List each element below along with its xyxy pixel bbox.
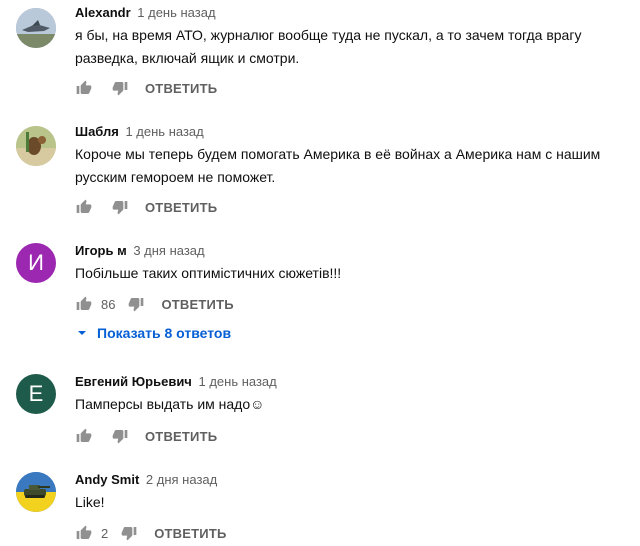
- chevron-down-icon: [75, 324, 89, 342]
- avatar[interactable]: [16, 8, 56, 48]
- thumb-down-icon[interactable]: [111, 79, 129, 97]
- comment-text: Короче мы теперь будем помогать Америка …: [75, 146, 601, 185]
- reply-button[interactable]: ОТВЕТИТЬ: [145, 81, 217, 96]
- comment-text: Побільше таких оптимістичних сюжетів!!!: [75, 265, 342, 281]
- thumb-up-icon[interactable]: [75, 295, 93, 313]
- author-name[interactable]: Игорь м: [75, 243, 127, 258]
- comment-actions: ОТВЕТИТЬ: [75, 197, 217, 217]
- like-count: 2: [101, 525, 109, 541]
- comment-header: Andy Smit 2 дня назад: [75, 472, 217, 487]
- comment-actions: 2 ОТВЕТИТЬ: [75, 523, 227, 543]
- comment-time[interactable]: 1 день назад: [125, 124, 203, 139]
- avatar[interactable]: [16, 472, 56, 512]
- thumb-down-icon[interactable]: [127, 295, 145, 313]
- comment-actions: 86 ОТВЕТИТЬ: [75, 294, 234, 314]
- thumb-up-icon[interactable]: [75, 524, 93, 542]
- like-count: 86: [101, 296, 116, 312]
- avatar[interactable]: [16, 126, 56, 166]
- thumb-down-icon[interactable]: [120, 524, 138, 542]
- avatar[interactable]: И: [16, 243, 56, 283]
- avatar-letter: Е: [28, 381, 44, 406]
- reply-button[interactable]: ОТВЕТИТЬ: [161, 297, 233, 312]
- thumb-up-icon[interactable]: [75, 79, 93, 97]
- comment-time[interactable]: 3 дня назад: [133, 243, 204, 258]
- comment-header: Шабля 1 день назад: [75, 124, 204, 139]
- thumb-down-icon[interactable]: [111, 427, 129, 445]
- comment-actions: ОТВЕТИТЬ: [75, 78, 217, 98]
- reply-button[interactable]: ОТВЕТИТЬ: [145, 200, 217, 215]
- avatar-letter: И: [28, 250, 44, 275]
- comment-time[interactable]: 2 дня назад: [146, 472, 217, 487]
- author-name[interactable]: Alexandr: [75, 5, 131, 20]
- comment-text: Like!: [75, 494, 105, 510]
- comment-time[interactable]: 1 день назад: [137, 5, 215, 20]
- thumb-up-icon[interactable]: [75, 198, 93, 216]
- author-name[interactable]: Шабля: [75, 124, 119, 139]
- show-replies-label: Показать 8 ответов: [97, 325, 232, 341]
- show-replies-button[interactable]: Показать 8 ответов: [75, 324, 231, 342]
- comment-header: Игорь м 3 дня назад: [75, 243, 205, 258]
- comment-header: Alexandr 1 день назад: [75, 5, 216, 20]
- comment-actions: ОТВЕТИТЬ: [75, 426, 217, 446]
- thumb-up-icon[interactable]: [75, 427, 93, 445]
- avatar[interactable]: Е: [16, 374, 56, 414]
- comment-header: Евгений Юрьевич 1 день назад: [75, 374, 277, 389]
- thumb-down-icon[interactable]: [111, 198, 129, 216]
- comment-time[interactable]: 1 день назад: [198, 374, 276, 389]
- comment-text: Памперсы выдать им надо☺: [75, 396, 265, 412]
- reply-button[interactable]: ОТВЕТИТЬ: [145, 429, 217, 444]
- comment-text: я бы, на время АТО, журналюг вообще туда…: [75, 27, 582, 66]
- reply-button[interactable]: ОТВЕТИТЬ: [154, 526, 226, 541]
- author-name[interactable]: Andy Smit: [75, 472, 139, 487]
- author-name[interactable]: Евгений Юрьевич: [75, 374, 192, 389]
